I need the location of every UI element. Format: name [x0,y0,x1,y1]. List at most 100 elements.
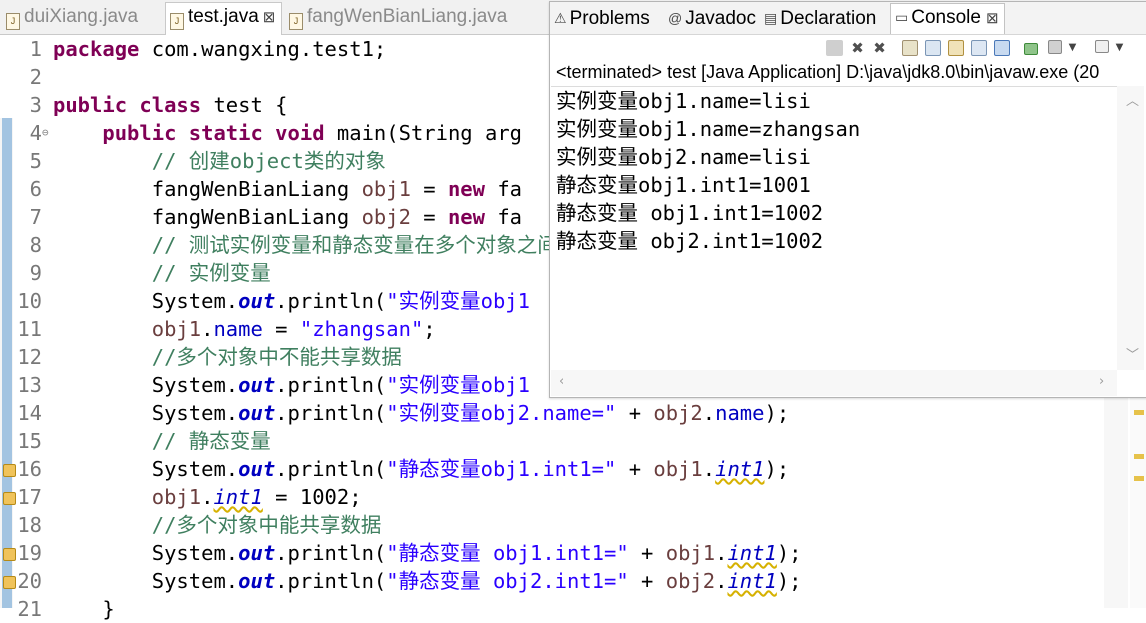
console-output[interactable]: 实例变量obj1.name=lisi 实例变量obj1.name=zhangsan… [551,86,1117,371]
java-file-icon: J [170,13,184,30]
line-number: 21 [17,597,42,621]
close-view-icon[interactable]: ⊠ [986,10,999,27]
tab-label: test.java [188,6,259,27]
code-line[interactable]: 20 System.out.println("静态变量 obj2.int1=" … [0,567,1146,595]
tab-duixiang-java[interactable]: JduiXiang.java [2,3,138,31]
code-text: // 测试实例变量和静态变量在多个对象之间数 [151,233,579,257]
tab-console[interactable]: ▭ Console ⊠ [890,3,1005,35]
code-text: } [53,597,115,621]
code-text: System.out.println("静态变量obj1.int1=" + ob… [53,457,790,481]
code-text: public class test { [53,93,288,117]
new-console-icon[interactable] [1024,43,1038,55]
chevron-right-icon[interactable]: › [1099,374,1104,389]
line-number: 8 [29,233,42,257]
warning-overview-mark[interactable] [1134,410,1144,415]
javadoc-icon: @ [668,10,683,26]
code-line[interactable]: 15 // 静态变量 [0,427,1146,455]
code-text: fangWenBianLiang obj2 = new fa [53,205,523,229]
pin-console-icon[interactable] [948,40,964,56]
display-console-icon[interactable] [971,40,987,56]
line-number: 15 [17,429,42,453]
display-selected-icon[interactable] [1048,40,1062,54]
console-view: ⚠ Problems @ Javadoc ▤ Declaration ▭ Console… [549,1,1146,398]
java-file-icon: J [6,13,20,30]
code-line[interactable]: 21 } [0,595,1146,623]
code-line[interactable]: 19 System.out.println("静态变量 obj1.int1=" … [0,539,1146,567]
line-number: 9 [29,261,42,285]
warning-marker-icon[interactable] [3,576,16,589]
line-number: 5 [29,149,42,173]
remove-all-icon[interactable]: ✖ [871,40,888,56]
line-number: 12 [17,345,42,369]
open-console-dropdown-icon[interactable] [1095,40,1109,53]
tab-declaration[interactable]: ▤ Declaration [764,5,876,31]
line-number: 13 [17,373,42,397]
line-number: 16 [17,457,42,481]
line-number: 6 [29,177,42,201]
java-file-icon: J [289,13,303,30]
code-text: public static void main(String arg [102,121,523,145]
line-number: 4 [29,121,42,145]
line-number: 14 [17,401,42,425]
console-icon: ▭ [895,9,909,25]
console-output-line: 静态变量 obj1.int1=1002 [556,201,824,225]
word-wrap-icon[interactable] [925,40,941,56]
warning-marker-icon[interactable] [3,464,16,477]
tab-label: Console [911,7,981,28]
console-output-line: 静态变量 obj2.int1=1002 [556,229,824,253]
code-line[interactable]: 16 System.out.println("静态变量obj1.int1=" +… [0,455,1146,483]
console-output-line: 实例变量obj2.name=lisi [556,145,811,169]
close-tab-icon[interactable]: ⊠ [263,9,276,26]
code-text: // 实例变量 [151,261,271,285]
code-text: System.out.println("静态变量 obj2.int1=" + o… [53,569,802,593]
code-line[interactable]: 17 obj1.int1 = 1002; [0,483,1146,511]
remove-launch-icon[interactable]: ✖ [849,40,866,56]
declaration-icon: ▤ [764,10,778,26]
view-tab-bar: ⚠ Problems @ Javadoc ▤ Declaration ▭ Console… [550,2,1146,35]
fold-toggle-icon[interactable]: ⊖ [42,119,49,147]
scroll-lock-icon[interactable] [902,40,918,56]
console-output-line: 静态变量obj1.int1=1001 [556,173,811,197]
warning-marker-icon[interactable] [3,548,16,561]
code-line[interactable]: 18 //多个对象中能共享数据 [0,511,1146,539]
code-text: System.out.println("实例变量obj1 [53,289,530,313]
chevron-left-icon[interactable]: ‹ [559,374,564,389]
chevron-down-icon[interactable]: ﹀ [1126,344,1139,363]
console-toolbar: ✖ ✖ ▼ ▼ [550,34,1146,61]
tab-problems[interactable]: ⚠ Problems [554,5,650,31]
code-text: //多个对象中能共享数据 [151,513,382,537]
tab-label: fangWenBianLiang.java [307,6,508,27]
code-text: System.out.println("实例变量obj1 [53,373,530,397]
line-number: 11 [17,317,42,341]
line-number: 20 [17,569,42,593]
warning-overview-mark[interactable] [1134,454,1144,459]
tab-javadoc[interactable]: @ Javadoc [668,5,756,31]
code-text: obj1.int1 = 1002; [151,485,362,509]
open-console-icon[interactable] [994,40,1010,56]
code-line[interactable]: 14 System.out.println("实例变量obj2.name=" +… [0,399,1146,427]
code-text: fangWenBianLiang obj1 = new fa [53,177,523,201]
warning-overview-mark[interactable] [1134,476,1144,481]
console-output-line: 实例变量obj1.name=zhangsan [556,117,861,141]
line-number: 2 [29,65,42,89]
console-output-line: 实例变量obj1.name=lisi [556,89,811,113]
line-number: 1 [29,37,42,61]
tab-label: duiXiang.java [24,6,139,27]
terminate-icon[interactable] [826,40,843,56]
code-text: //多个对象中不能共享数据 [151,345,402,369]
code-text: System.out.println("静态变量 obj1.int1=" + o… [53,541,802,565]
tab-test-java[interactable]: Jtest.java ⊠ [165,2,283,35]
chevron-down-icon[interactable]: ▼ [1111,40,1128,56]
line-number: 18 [17,513,42,537]
tab-label: Declaration [780,8,877,29]
console-horizontal-scrollbar[interactable]: ‹ › [551,370,1117,396]
chevron-down-icon[interactable]: ▼ [1064,40,1081,56]
warning-marker-icon[interactable] [3,492,16,505]
line-number: 7 [29,205,42,229]
chevron-up-icon[interactable]: ︿ [1126,90,1139,109]
code-text: // 创建object类的对象 [151,149,386,173]
tab-fangwenbianliang-java[interactable]: JfangWenBianLiang.java [285,3,507,31]
code-text: // 静态变量 [151,429,271,453]
console-vertical-scrollbar[interactable]: ︿ ﹀ [1117,86,1144,370]
line-number: 10 [17,289,42,313]
